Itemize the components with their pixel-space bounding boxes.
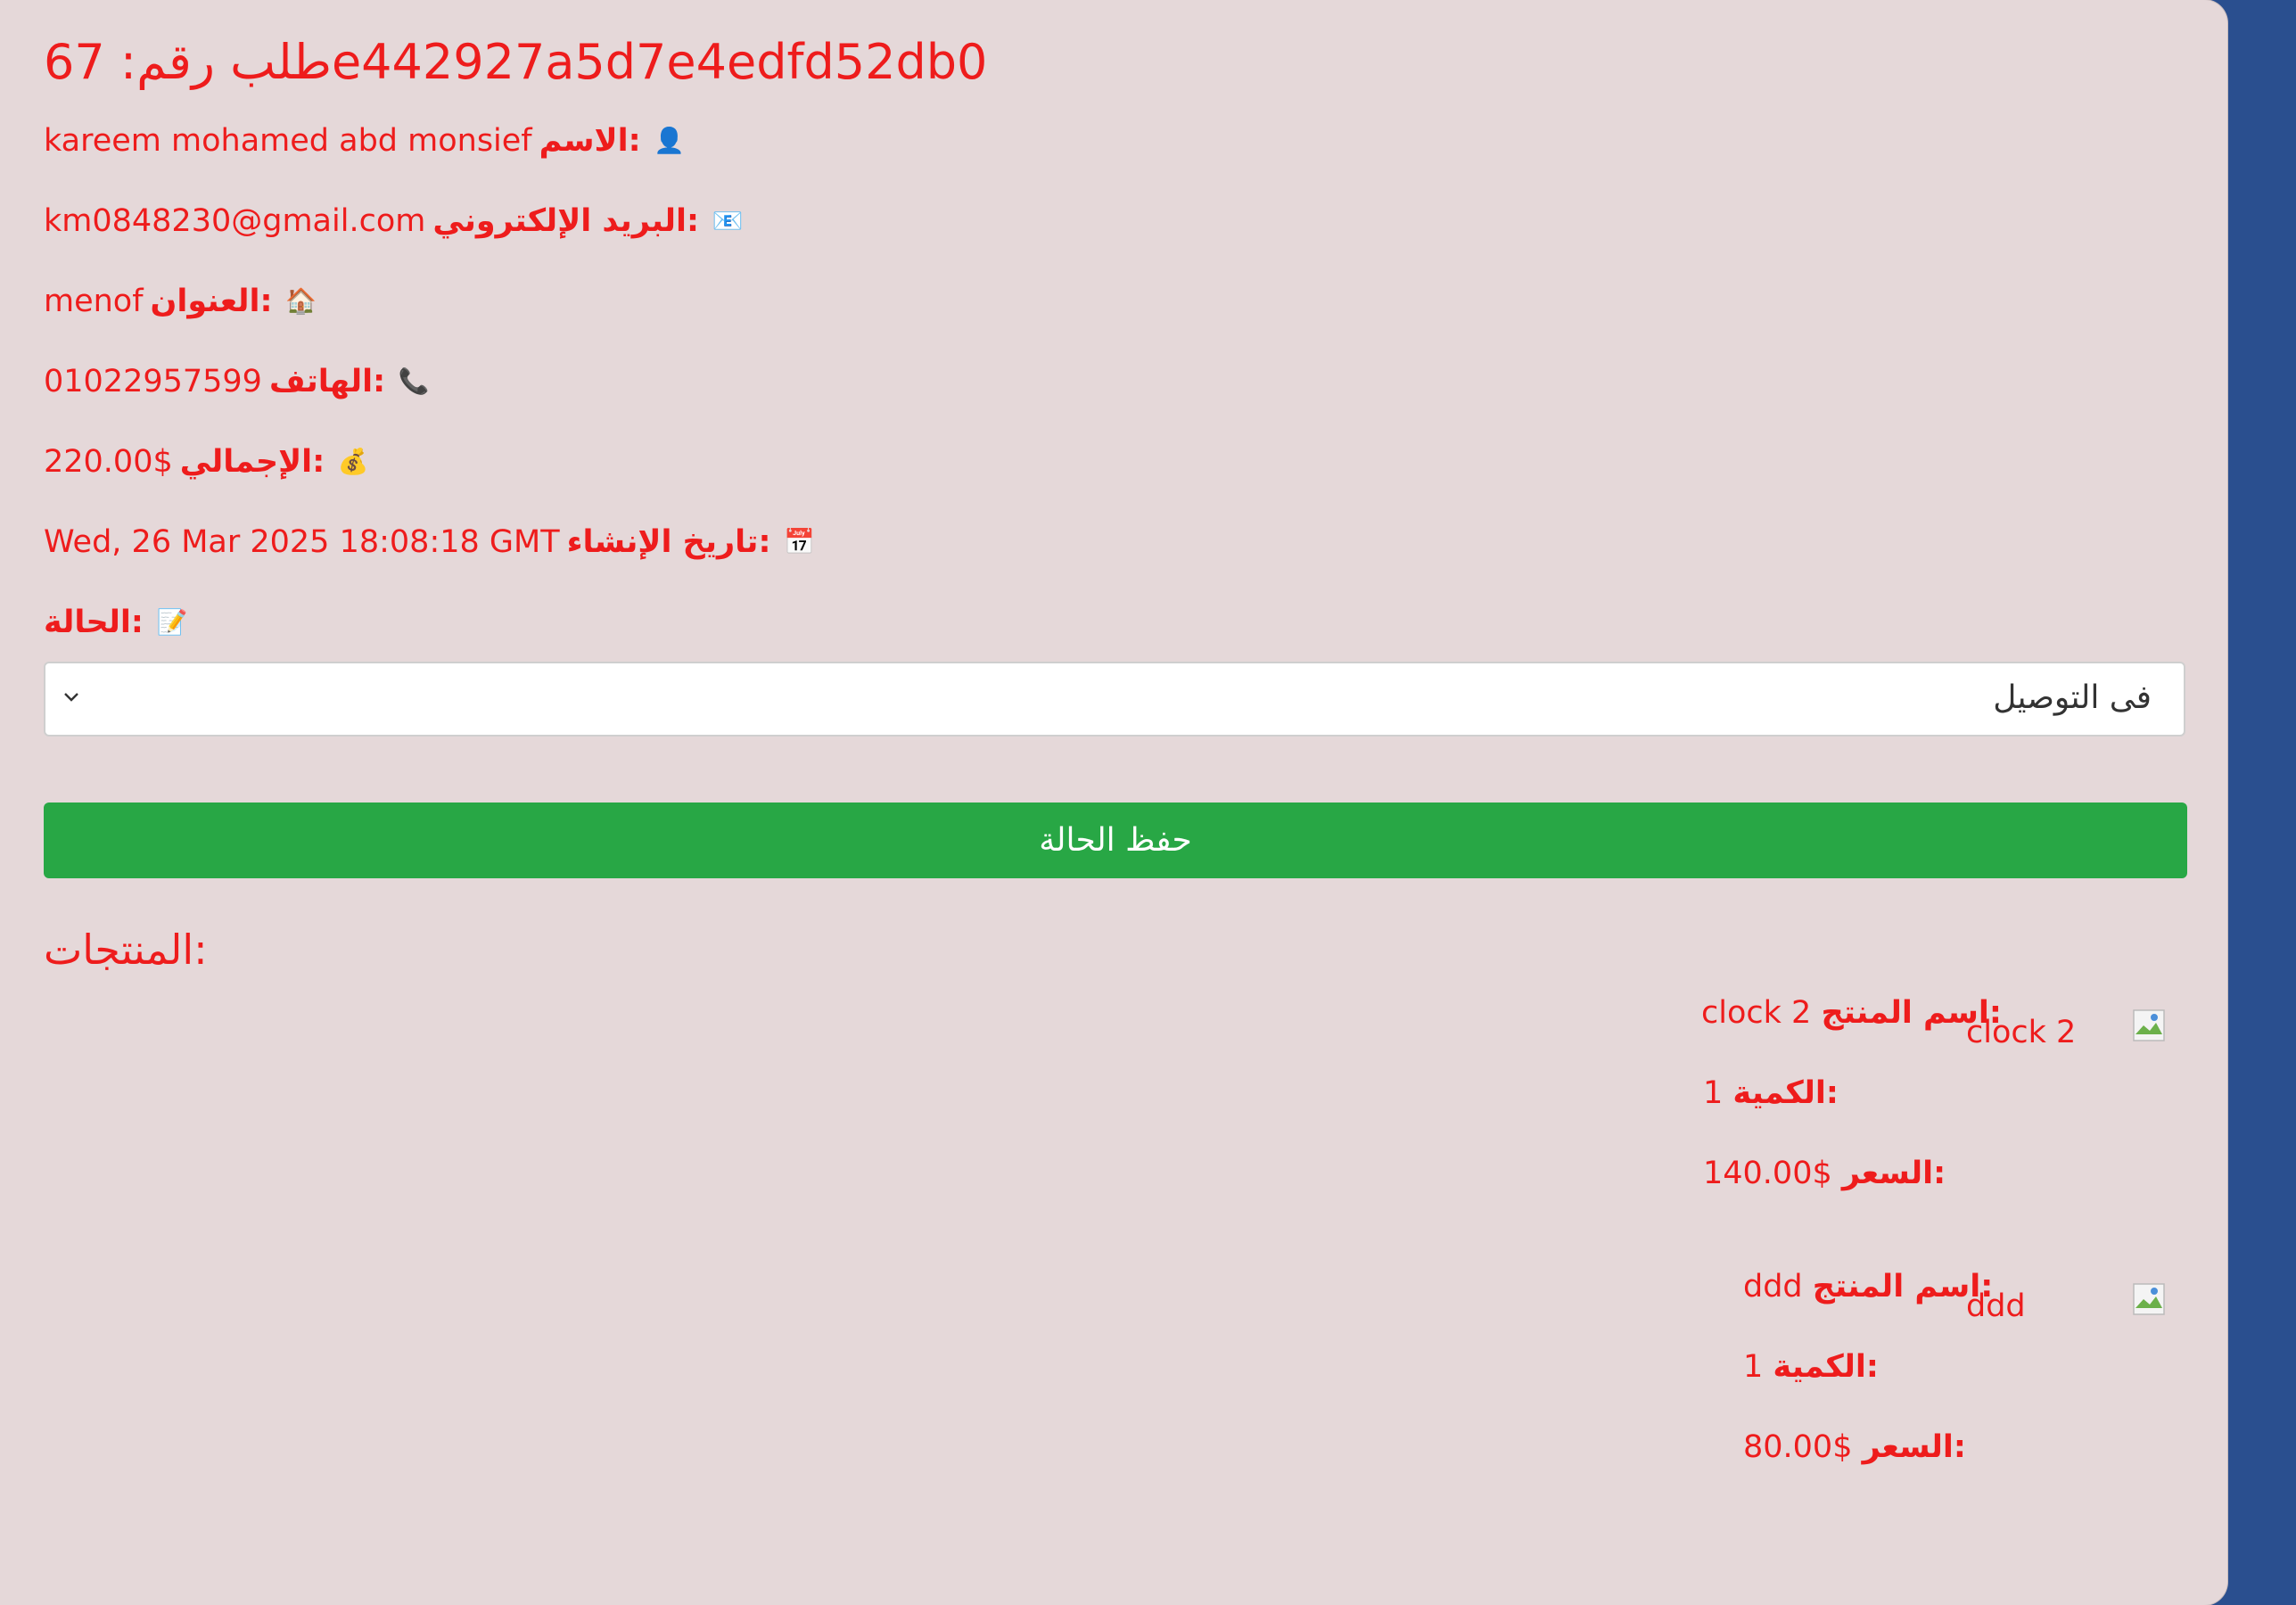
product-qty-line: 1 الكمية:: [1743, 1349, 1879, 1385]
total-label: الإجمالي:: [179, 444, 325, 480]
info-row-name: kareem mohamed abd monsief الاسم: 👤: [44, 123, 686, 159]
customer-phone: 01022957599: [44, 364, 262, 399]
broken-image-icon: [2133, 1283, 2165, 1315]
product-name: clock 2: [1701, 995, 1812, 1031]
product-qty: 1: [1703, 1075, 1724, 1111]
customer-email: km0848230@gmail.com: [44, 203, 426, 239]
product-price-label: السعر:: [1862, 1429, 1966, 1465]
product-name: ddd: [1743, 1269, 1803, 1305]
status-select[interactable]: فى التوصيل: [44, 662, 2185, 737]
order-card: طلب رقم: 67e442927a5d7e4edfd52db0 kareem…: [0, 0, 2227, 1605]
product-qty-label: الكمية:: [1773, 1349, 1879, 1385]
product-name-line: ddd اسم المنتج:: [1743, 1269, 1993, 1305]
created-label: تاريخ الإنشاء:: [566, 524, 771, 560]
status-select-value: فى التوصيل: [1993, 679, 2152, 716]
product-price: 80.00$: [1743, 1429, 1853, 1465]
status-label: الحالة:: [44, 605, 144, 640]
email-icon: 📧: [712, 206, 744, 235]
order-total: 220.00$: [44, 444, 173, 480]
phone-label: الهاتف:: [268, 364, 386, 399]
email-label: البريد الإلكتروني:: [432, 203, 699, 239]
house-icon: 🏠: [285, 286, 317, 316]
person-icon: 👤: [654, 126, 686, 155]
product-price-line: 80.00$ السعر:: [1743, 1429, 1966, 1465]
info-row-phone: 01022957599 الهاتف: 📞: [44, 364, 430, 399]
product-price: 140.00$: [1703, 1156, 1832, 1191]
info-row-created: Wed, 26 Mar 2025 18:08:18 GMT تاريخ الإن…: [44, 524, 815, 560]
product-name-label: اسم المنتج:: [1812, 1269, 1994, 1305]
product-price-line: 140.00$ السعر:: [1703, 1156, 1946, 1191]
name-label: الاسم:: [539, 123, 641, 159]
broken-image-icon: [2133, 1009, 2165, 1041]
calendar-icon: 📅: [784, 527, 815, 556]
money-bag-icon: 💰: [337, 447, 369, 476]
chevron-down-icon: [64, 693, 78, 702]
product-item: ddd ddd اسم المنتج: 1 الكمية: 80.00$ الس…: [0, 1263, 2227, 1495]
save-status-button[interactable]: حفظ الحالة: [44, 802, 2187, 878]
product-qty: 1: [1743, 1349, 1764, 1385]
phone-icon: 📞: [398, 366, 430, 396]
created-date: Wed, 26 Mar 2025 18:08:18 GMT: [44, 524, 560, 560]
memo-icon: 📝: [156, 607, 188, 637]
customer-name: kareem mohamed abd monsief: [44, 123, 532, 159]
info-row-total: 220.00$ الإجمالي: 💰: [44, 444, 369, 480]
product-price-label: السعر:: [1841, 1156, 1946, 1191]
product-item: clock 2 clock 2 اسم المنتج: 1 الكمية: 14…: [0, 990, 2227, 1222]
info-row-email: km0848230@gmail.com البريد الإلكتروني: 📧: [44, 203, 744, 239]
customer-address: menof: [44, 284, 144, 319]
info-row-status: الحالة: 📝: [44, 605, 188, 640]
product-qty-label: الكمية:: [1732, 1075, 1839, 1111]
order-title: طلب رقم: 67e442927a5d7e4edfd52db0: [44, 34, 988, 90]
product-name-label: اسم المنتج:: [1821, 995, 2002, 1031]
product-qty-line: 1 الكمية:: [1703, 1075, 1839, 1111]
products-heading: المنتجات:: [44, 926, 208, 974]
product-name-line: clock 2 اسم المنتج:: [1701, 995, 2002, 1031]
info-row-address: menof العنوان: 🏠: [44, 284, 317, 319]
address-label: العنوان:: [150, 284, 273, 319]
